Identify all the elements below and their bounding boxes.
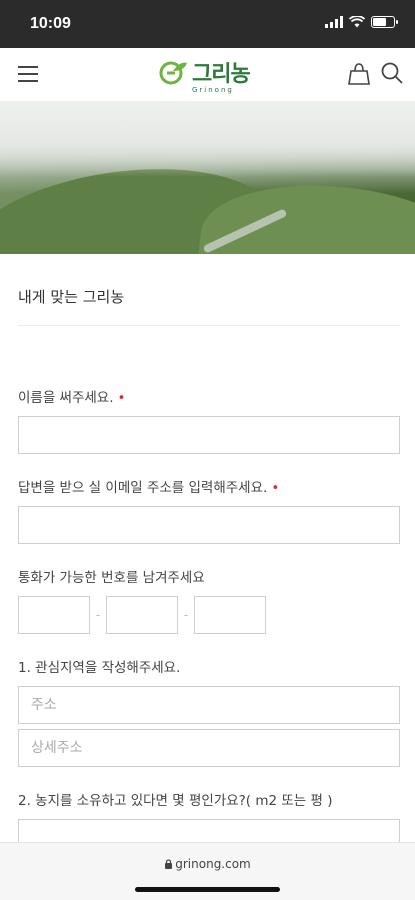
required-mark: • — [271, 480, 280, 496]
url-bar[interactable]: grinong.com — [0, 857, 415, 871]
logo-leaf-icon — [159, 61, 187, 85]
email-label: 답변을 받으 실 이메일 주소를 입력해주세요. • — [18, 480, 280, 496]
name-input[interactable] — [18, 416, 400, 454]
phone-separator: - — [95, 608, 101, 622]
form-content: 내게 맞는 그리농 이름을 써주세요. • 답변을 받으 실 이메일 주소를 입력… — [18, 254, 400, 857]
phone-input-1[interactable] — [18, 596, 90, 634]
home-indicator[interactable] — [135, 887, 280, 892]
logo-subtext: Grinong — [192, 86, 234, 94]
status-time: 10:09 — [30, 15, 71, 32]
land-size-label: 2. 농지를 소유하고 있다면 몇 평인가요?( m2 또는 평 ) — [18, 793, 333, 809]
divider — [18, 325, 400, 326]
logo[interactable]: 그리농 Grinong — [158, 56, 251, 94]
required-mark: • — [117, 390, 126, 406]
site-header: 그리농 Grinong — [0, 48, 415, 102]
phone-input-3[interactable] — [194, 596, 266, 634]
status-bar: 10:09 — [0, 0, 415, 48]
lock-icon — [165, 859, 173, 869]
shopping-bag-icon[interactable] — [348, 62, 370, 86]
search-icon[interactable] — [380, 61, 404, 85]
email-input[interactable] — [18, 506, 400, 544]
phone-label: 통화가 가능한 번호를 남겨주세요 — [18, 570, 205, 586]
status-icons — [325, 16, 398, 28]
phone-input-2[interactable] — [106, 596, 178, 634]
phone-inputs: - - — [18, 596, 400, 634]
menu-icon[interactable] — [18, 66, 38, 82]
page-title: 내게 맞는 그리농 — [18, 288, 125, 306]
phone-separator: - — [183, 608, 189, 622]
battery-icon — [371, 16, 398, 28]
browser-bar: grinong.com — [0, 842, 415, 900]
address-detail-input[interactable]: 상세주소 — [18, 729, 400, 767]
signal-icon — [325, 16, 343, 28]
hero-image — [0, 102, 415, 254]
logo-text: 그리농 — [192, 62, 251, 87]
url-text: grinong.com — [175, 857, 251, 871]
region-label: 1. 관심지역을 작성해주세요. — [18, 660, 181, 676]
wifi-icon — [349, 16, 365, 28]
address-input[interactable]: 주소 — [18, 686, 400, 724]
name-label: 이름을 써주세요. • — [18, 390, 126, 406]
